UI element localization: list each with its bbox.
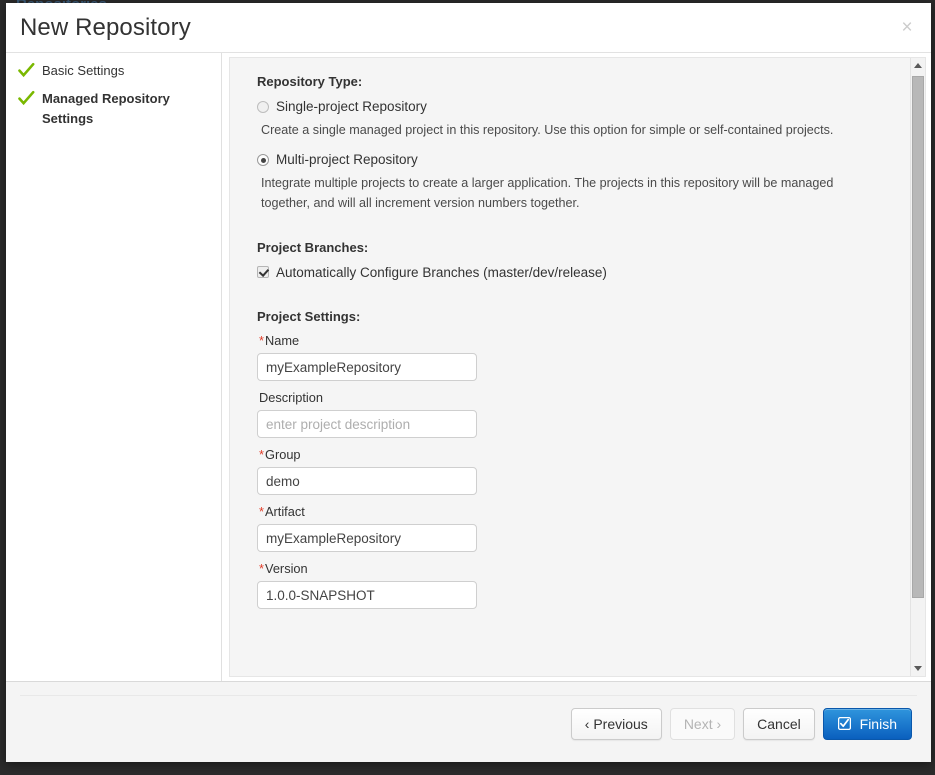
field-description: Description xyxy=(257,390,909,438)
field-artifact: *Artifact xyxy=(257,504,909,552)
field-version: *Version xyxy=(257,561,909,609)
required-marker: * xyxy=(259,333,264,348)
radio-unchecked-icon xyxy=(257,101,269,113)
field-label-text: Artifact xyxy=(265,504,305,519)
project-settings-heading: Project Settings: xyxy=(257,309,909,324)
wizard-step-list: Basic Settings Managed Repository Settin… xyxy=(6,53,222,681)
name-input[interactable] xyxy=(257,353,477,381)
footer-divider xyxy=(20,695,917,696)
page-title: New Repository xyxy=(20,14,191,42)
settings-form: Repository Type: Single-project Reposito… xyxy=(230,58,909,676)
required-marker: * xyxy=(259,561,264,576)
artifact-input[interactable] xyxy=(257,524,477,552)
project-branches-heading: Project Branches: xyxy=(257,240,909,255)
finish-button-label: Finish xyxy=(860,716,897,732)
field-label-version: *Version xyxy=(259,561,909,576)
version-input[interactable] xyxy=(257,581,477,609)
field-group: *Group xyxy=(257,447,909,495)
field-label-text: Description xyxy=(259,390,323,405)
radio-label: Single-project Repository xyxy=(276,99,427,114)
dialog-header: New Repository × xyxy=(6,3,931,53)
single-project-description: Create a single managed project in this … xyxy=(261,120,861,140)
radio-label: Multi-project Repository xyxy=(276,152,418,167)
close-icon[interactable]: × xyxy=(895,16,919,40)
content-scrollbar[interactable] xyxy=(910,58,925,676)
field-label-name: *Name xyxy=(259,333,909,348)
dialog-body: Basic Settings Managed Repository Settin… xyxy=(6,53,931,681)
field-label-artifact: *Artifact xyxy=(259,504,909,519)
repository-type-heading: Repository Type: xyxy=(257,74,909,89)
settings-content-panel: Repository Type: Single-project Reposito… xyxy=(229,57,926,677)
sidebar-item-label: Managed Repository Settings xyxy=(42,91,170,126)
cancel-button[interactable]: Cancel xyxy=(743,708,815,740)
checkbox-label: Automatically Configure Branches (master… xyxy=(276,265,607,280)
field-label-group: *Group xyxy=(259,447,909,462)
finish-button[interactable]: Finish xyxy=(823,708,912,740)
next-button[interactable]: Next › xyxy=(670,708,735,740)
field-label-text: Group xyxy=(265,447,301,462)
sidebar-item-managed-repository-settings[interactable]: Managed Repository Settings xyxy=(6,89,221,129)
field-label-description: Description xyxy=(259,390,909,405)
checkmark-icon xyxy=(18,90,35,107)
description-input[interactable] xyxy=(257,410,477,438)
checkbox-checked-icon xyxy=(838,710,851,740)
scrollbar-thumb[interactable] xyxy=(912,76,924,598)
scroll-up-arrow-icon[interactable] xyxy=(911,58,925,73)
multi-project-description: Integrate multiple projects to create a … xyxy=(261,173,861,213)
scroll-down-arrow-icon[interactable] xyxy=(911,661,925,676)
checkmark-icon xyxy=(18,62,35,79)
radio-checked-icon xyxy=(257,154,269,166)
radio-multi-project-repository[interactable]: Multi-project Repository xyxy=(257,151,909,169)
required-marker: * xyxy=(259,447,264,462)
radio-single-project-repository[interactable]: Single-project Repository xyxy=(257,98,909,116)
sidebar-item-label: Basic Settings xyxy=(42,63,124,78)
checkbox-auto-configure-branches[interactable]: Automatically Configure Branches (master… xyxy=(257,264,909,282)
dialog-footer: ‹ Previous Next › Cancel Finish xyxy=(6,681,931,762)
required-marker: * xyxy=(259,504,264,519)
previous-button[interactable]: ‹ Previous xyxy=(571,708,662,740)
field-label-text: Version xyxy=(265,561,308,576)
new-repository-dialog: New Repository × Basic Settings xyxy=(6,3,931,762)
checkbox-checked-icon xyxy=(257,266,269,278)
field-label-text: Name xyxy=(265,333,299,348)
sidebar-item-basic-settings[interactable]: Basic Settings xyxy=(6,61,221,81)
footer-button-group: ‹ Previous Next › Cancel Finish xyxy=(571,708,912,740)
field-name: *Name xyxy=(257,333,909,381)
group-input[interactable] xyxy=(257,467,477,495)
